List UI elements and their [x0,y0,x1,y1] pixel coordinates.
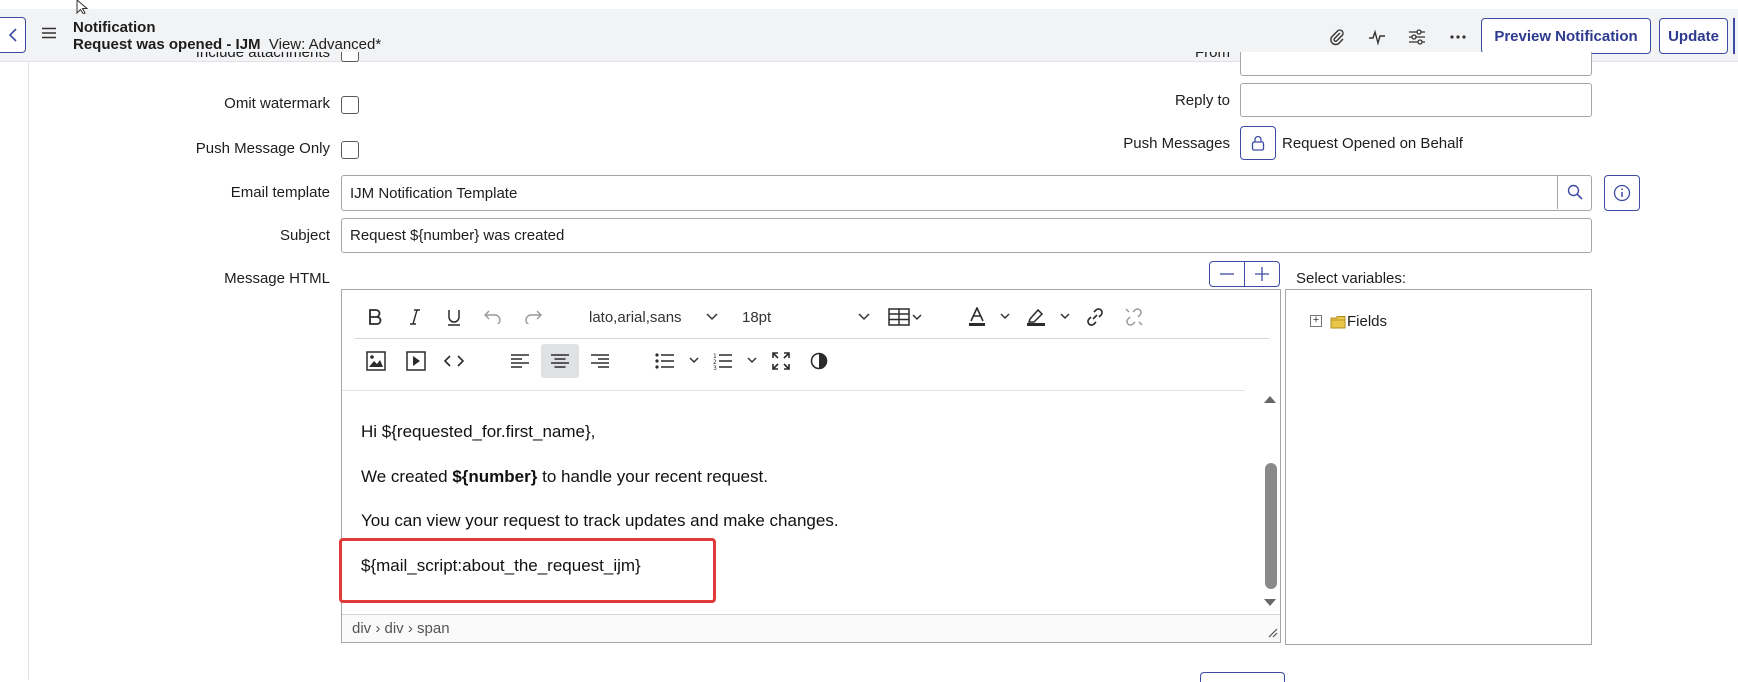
editor-status-bar: div › div › span [342,614,1280,642]
from-input[interactable] [1240,52,1592,76]
underline-icon[interactable] [444,305,464,329]
sliders-icon[interactable] [1405,25,1429,49]
message-html-label: Message HTML [224,270,330,287]
content-top-divider [342,390,1245,391]
plus-icon [1255,267,1269,281]
push-message-only-label: Push Message Only [195,140,330,157]
email-template-label: Email template [230,184,330,201]
font-family-select[interactable]: lato,arial,sans [589,309,682,326]
include-attachments-checkbox[interactable] [341,52,359,62]
variables-tree-panel[interactable] [1285,289,1592,645]
lock-icon [1251,135,1265,151]
record-name: Request was opened - IJM [73,36,261,53]
more-options-icon[interactable] [1446,25,1470,49]
paperclip-icon[interactable] [1325,25,1349,49]
record-title: Request was opened - IJM View: Advanced* [73,36,381,53]
highlight-color-icon[interactable] [1026,305,1072,329]
preview-notification-button[interactable]: Preview Notification [1481,18,1651,54]
highlight-annotation [339,538,716,603]
align-center-icon[interactable] [541,344,579,378]
select-variables-label: Select variables: [1296,270,1407,287]
include-attachments-label: Include attachments [195,52,330,61]
expand-fields-icon[interactable]: + [1310,315,1322,327]
svg-text:3: 3 [713,365,717,370]
mouse-cursor-icon [76,0,92,14]
folder-icon [1330,315,1346,329]
email-template-input[interactable]: IJM Notification Template [341,175,1592,211]
toolbar-divider [355,338,1269,339]
next-button-edge[interactable] [1733,18,1735,54]
text-color-icon[interactable] [968,305,1012,329]
message-text: to handle your recent request. [537,467,768,486]
activity-icon[interactable] [1365,25,1389,49]
font-size-select[interactable]: 18pt [742,309,771,326]
insert-image-icon[interactable] [365,349,387,373]
push-messages-label: Push Messages [1123,135,1230,152]
update-button[interactable]: Update [1659,18,1728,54]
numbered-list-icon[interactable]: 123 [712,349,760,373]
subject-label: Subject [279,227,330,244]
search-icon [1567,184,1583,200]
message-bold-number: ${number} [452,467,538,486]
bottom-resize-buttons[interactable] [1200,672,1285,682]
email-template-value: IJM Notification Template [350,184,518,202]
page-divider [28,62,29,680]
align-right-icon[interactable] [589,349,611,373]
email-template-info-button[interactable] [1604,175,1640,211]
undo-icon[interactable] [482,305,504,329]
unlock-push-messages-button[interactable] [1240,126,1276,160]
message-line-greeting[interactable]: Hi ${requested_for.first_name}, [361,422,595,442]
subject-input[interactable]: Request ${number} was created [341,218,1592,253]
chevron-down-icon[interactable] [856,309,872,325]
minus-icon [1220,273,1234,275]
decrease-editor-height-button[interactable] [1209,261,1245,287]
message-line-view[interactable]: You can view your request to track updat… [361,511,839,531]
reply-to-label: Reply to [1174,92,1230,109]
source-code-icon[interactable] [443,349,465,373]
omit-watermark-checkbox[interactable] [341,96,359,114]
from-label: From [1195,52,1230,61]
table-icon[interactable] [886,305,926,329]
chevron-left-icon [8,28,17,42]
redo-icon[interactable] [522,305,544,329]
omit-watermark-label: Omit watermark [224,95,330,112]
bullet-list-icon[interactable] [654,349,702,373]
scrollbar-thumb[interactable] [1265,463,1277,589]
insert-media-icon[interactable] [405,349,427,373]
align-left-icon[interactable] [509,349,531,373]
push-messages-value[interactable]: Request Opened on Behalf [1282,135,1463,152]
bold-icon[interactable] [365,305,385,329]
lookup-email-template-button[interactable] [1557,175,1592,209]
chevron-down-icon[interactable] [704,309,720,325]
message-line-created[interactable]: We created ${number} to handle your rece… [361,467,768,487]
unlink-icon[interactable] [1123,305,1145,329]
push-message-only-checkbox[interactable] [341,141,359,159]
italic-icon[interactable] [405,305,425,329]
hamburger-menu-icon[interactable] [42,27,56,39]
element-path[interactable]: div › div › span [352,620,450,637]
reply-to-input[interactable] [1240,83,1592,117]
fields-tree-node[interactable]: Fields [1347,313,1387,330]
link-icon[interactable] [1084,305,1106,329]
subject-value: Request ${number} was created [350,227,565,244]
info-icon [1613,184,1631,202]
fullscreen-icon[interactable] [770,349,792,373]
message-text: We created [361,467,453,486]
back-button[interactable] [0,17,26,53]
increase-editor-height-button[interactable] [1244,261,1280,287]
contrast-icon[interactable] [808,349,830,373]
view-indicator[interactable]: View: Advanced* [269,36,381,53]
resize-handle-icon[interactable] [1268,628,1278,638]
record-type-label: Notification [73,19,156,36]
